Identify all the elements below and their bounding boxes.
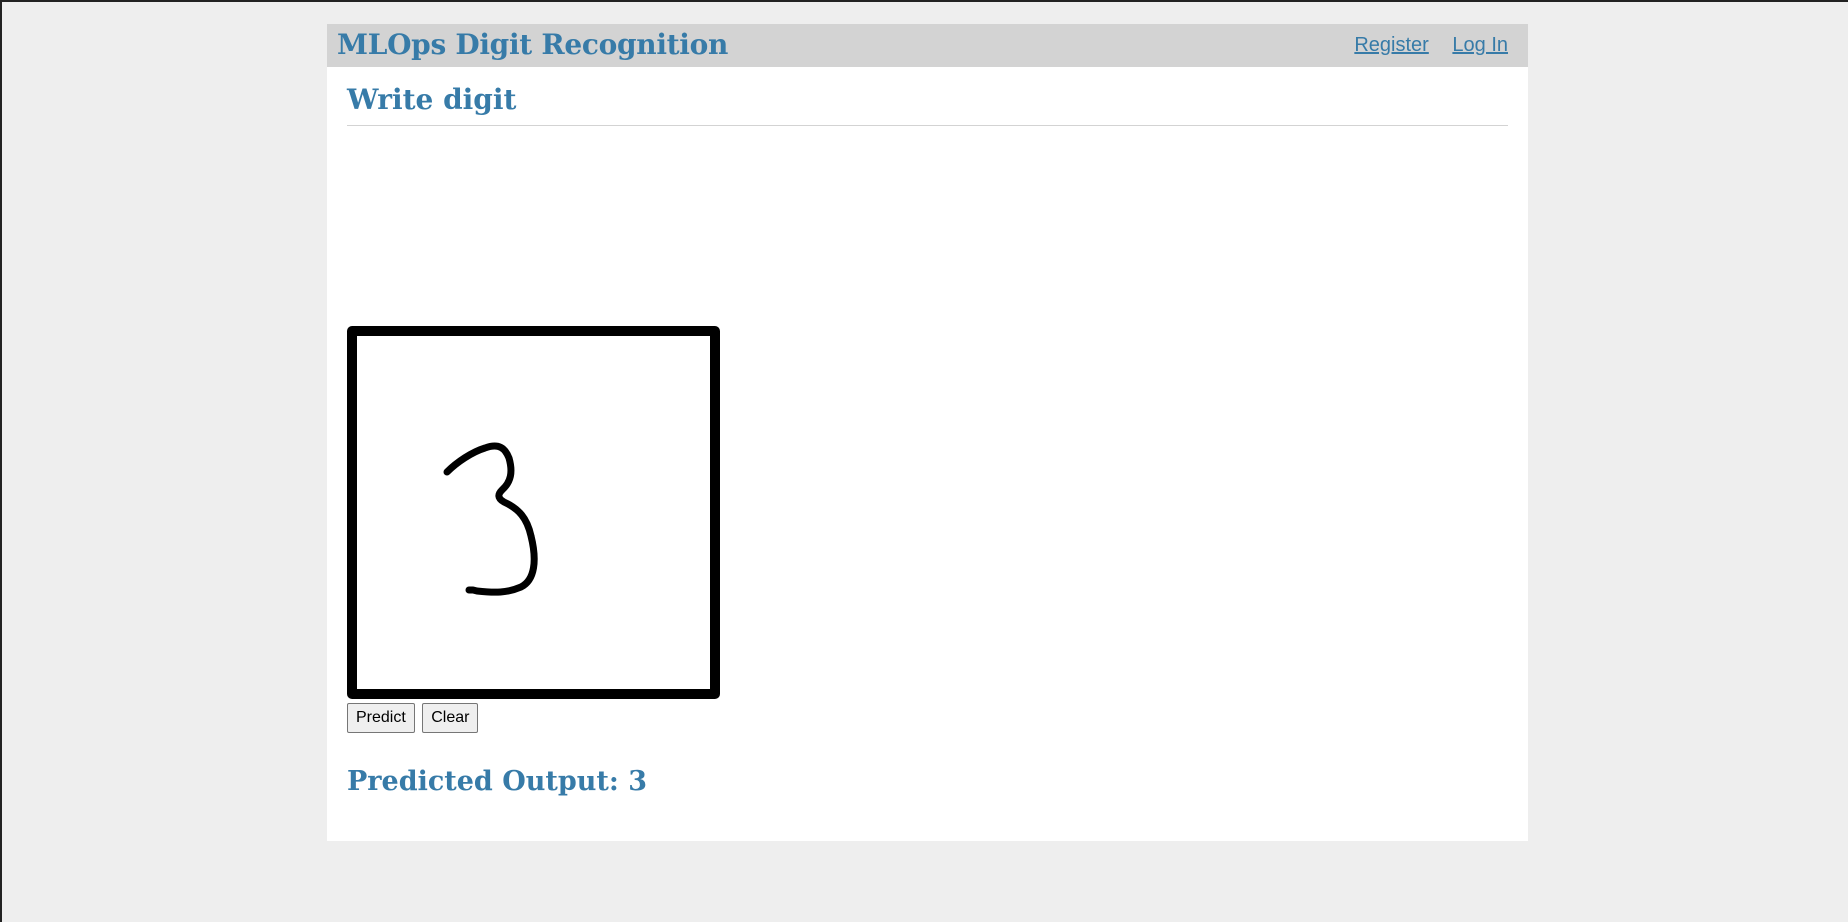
login-link[interactable]: Log In	[1452, 34, 1508, 56]
predicted-output-value: 3	[628, 766, 647, 797]
clear-button[interactable]: Clear	[422, 703, 479, 733]
canvas-actions: Predict Clear	[347, 703, 481, 733]
app-title: MLOps Digit Recognition	[337, 28, 729, 61]
predicted-output-label: Predicted Output:	[347, 766, 619, 797]
predicted-output: Predicted Output: 3	[347, 764, 647, 800]
drawing-canvas[interactable]	[347, 326, 720, 699]
content-panel: MLOps Digit Recognition Register Log In …	[327, 24, 1528, 841]
predict-button[interactable]: Predict	[347, 703, 415, 733]
page-title: Write digit	[347, 83, 517, 116]
handwritten-digit-three	[443, 442, 538, 596]
register-link[interactable]: Register	[1354, 34, 1428, 56]
title-divider	[347, 125, 1508, 126]
top-nav: MLOps Digit Recognition Register Log In	[327, 24, 1528, 67]
nav-links: Register Log In	[1336, 33, 1508, 57]
digit-stroke	[443, 442, 538, 596]
